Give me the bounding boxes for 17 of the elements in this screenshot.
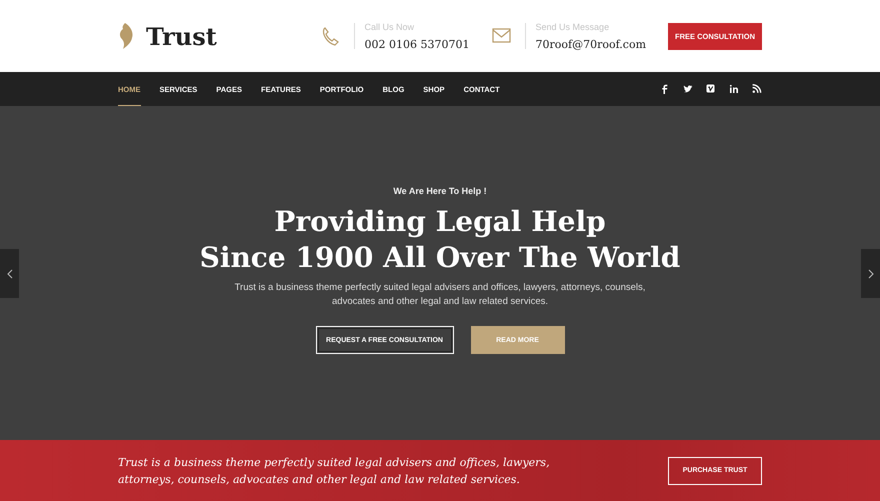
facebook-icon[interactable] [660,84,670,94]
rss-icon[interactable] [752,84,762,94]
contact-value: 002 0106 5370701 [364,38,470,50]
chevron-right-icon [868,268,874,278]
contact-value: 70roof@70roof.com [536,38,646,50]
logo-text: Trust [146,22,217,50]
contact-label: Send Us Message [536,22,610,32]
twitter-icon[interactable] [683,84,693,94]
vimeo-icon[interactable] [706,84,716,94]
promo-text: Trust is a business theme perfectly suited legal advisers and offices, lawyers, attorneys, counsels, advocates and other legal and law related services. [118,454,551,488]
linkedin-icon[interactable] [729,84,739,94]
hero-description: Trust is a business theme perfectly suited legal advisers and offices, lawyers, attorneys, counsels, advocates and other legal and law related services. [234,281,646,309]
phone-icon [320,26,340,46]
contact-label: Call Us Now [364,22,416,32]
chevron-left-icon [6,268,12,278]
hero-heading: Providing Legal Help Since 1900 All Over The World [200,204,680,276]
hero-kicker: We Are Here To Help ! [393,186,487,196]
